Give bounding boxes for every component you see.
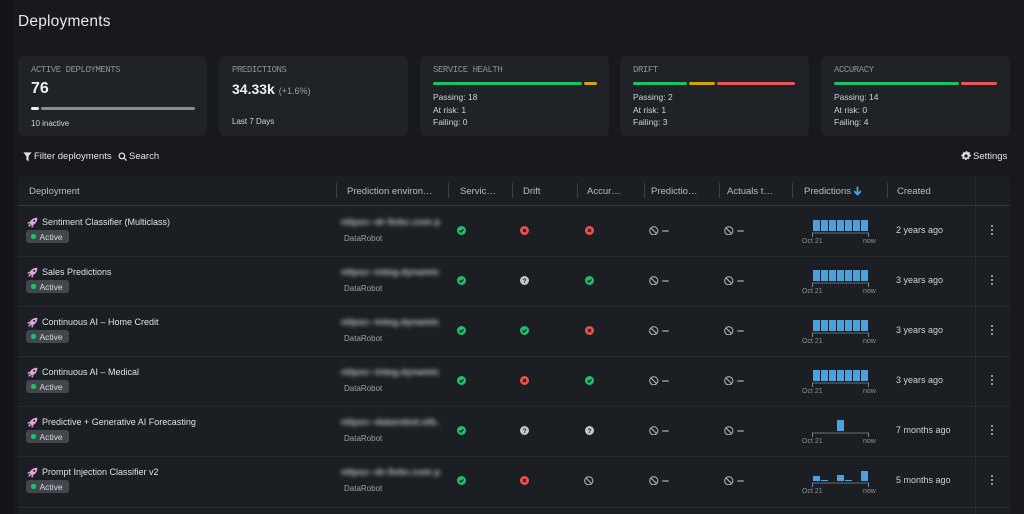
svg-text:?: ? xyxy=(522,278,526,285)
svg-text:?: ? xyxy=(587,428,591,435)
svg-text:?: ? xyxy=(522,428,526,435)
